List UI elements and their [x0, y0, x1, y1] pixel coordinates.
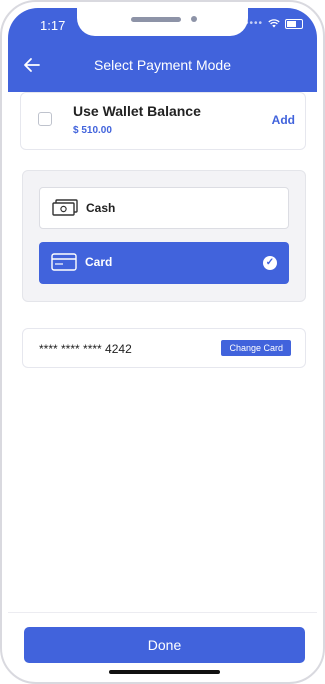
page-title: Select Payment Mode [94, 57, 231, 73]
payment-option-card[interactable]: Card ✓ [39, 242, 289, 284]
notch [77, 8, 248, 36]
status-time: 1:17 [40, 18, 66, 33]
wallet-amount: $ 510.00 [73, 125, 112, 136]
app-header: 1:17 •••• Select Payment Mode [8, 8, 317, 92]
status-icons: •••• [245, 18, 303, 29]
wallet-balance-card: Use Wallet Balance $ 510.00 Add [20, 92, 306, 150]
wallet-label: Use Wallet Balance [73, 103, 201, 119]
payment-mode-panel: Cash Card ✓ [22, 170, 306, 302]
bottom-bar: Done [8, 612, 317, 676]
camera [191, 16, 197, 22]
card-icon [51, 253, 77, 271]
payment-option-label: Card [85, 255, 113, 269]
wallet-checkbox[interactable] [38, 112, 52, 126]
payment-option-cash[interactable]: Cash [39, 187, 289, 229]
signal-icon: •••• [244, 18, 263, 29]
check-circle-icon: ✓ [263, 256, 277, 270]
battery-icon [285, 18, 303, 29]
done-button[interactable]: Done [24, 627, 305, 663]
card-number: **** **** **** 4242 [39, 342, 132, 356]
saved-card-row: **** **** **** 4242 Change Card [22, 328, 306, 368]
payment-option-label: Cash [86, 201, 116, 215]
screen: 1:17 •••• Select Payment Mode Use Wallet… [8, 8, 317, 676]
phone-frame: 1:17 •••• Select Payment Mode Use Wallet… [0, 0, 325, 684]
change-card-button[interactable]: Change Card [221, 340, 291, 356]
wallet-add-link[interactable]: Add [272, 113, 295, 127]
wifi-icon [268, 19, 280, 28]
cash-icon [52, 199, 78, 216]
speaker [131, 17, 181, 22]
home-indicator [109, 670, 220, 674]
